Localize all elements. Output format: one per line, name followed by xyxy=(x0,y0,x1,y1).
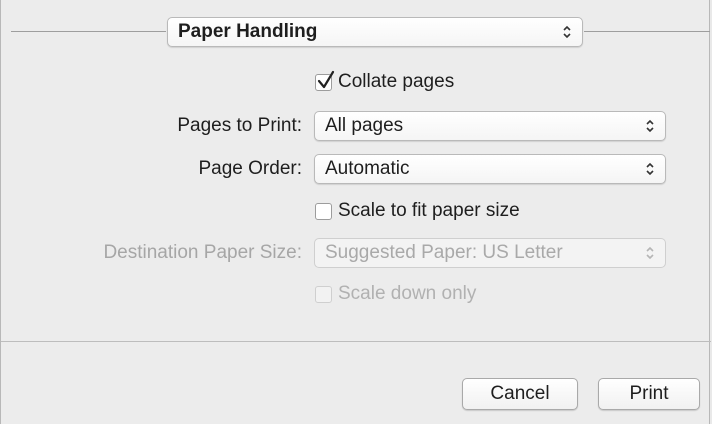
print-dialog: Paper Handling Collate pages Pages to Pr… xyxy=(0,0,711,424)
header-rule-left xyxy=(11,31,166,32)
page-order-label: Page Order: xyxy=(198,158,303,179)
up-down-chevron-icon xyxy=(562,23,572,41)
destination-paper-size-label: Destination Paper Size: xyxy=(103,242,302,263)
page-order-popup[interactable]: Automatic xyxy=(314,154,666,184)
up-down-chevron-icon xyxy=(645,117,655,135)
scale-down-only-checkbox[interactable] xyxy=(315,285,332,303)
pages-to-print-value: All pages xyxy=(325,115,404,136)
scale-down-only-checkbox-row[interactable]: Scale down only xyxy=(315,282,476,306)
destination-paper-size-value: Suggested Paper: US Letter xyxy=(325,242,563,263)
checkmark-icon xyxy=(317,70,335,88)
pages-to-print-label: Pages to Print: xyxy=(177,115,302,136)
pages-to-print-popup[interactable]: All pages xyxy=(314,111,666,141)
collate-pages-checkbox[interactable] xyxy=(315,70,335,91)
up-down-chevron-icon xyxy=(645,244,655,262)
page-order-value: Automatic xyxy=(325,158,410,179)
scale-to-fit-label: Scale to fit paper size xyxy=(338,200,520,221)
print-button[interactable]: Print xyxy=(598,378,700,410)
up-down-chevron-icon xyxy=(645,160,655,178)
scale-down-only-label: Scale down only xyxy=(338,283,477,304)
section-popup[interactable]: Paper Handling xyxy=(167,17,583,47)
header-rule-right xyxy=(584,31,710,32)
collate-pages-checkbox-row[interactable]: Collate pages xyxy=(315,70,454,94)
cancel-button[interactable]: Cancel xyxy=(462,378,578,410)
scale-to-fit-checkbox[interactable] xyxy=(315,202,332,220)
collate-pages-label: Collate pages xyxy=(338,71,455,92)
destination-paper-size-popup[interactable]: Suggested Paper: US Letter xyxy=(314,238,666,268)
section-popup-value: Paper Handling xyxy=(178,21,318,42)
footer-divider xyxy=(1,341,711,342)
scale-to-fit-checkbox-row[interactable]: Scale to fit paper size xyxy=(315,199,520,223)
